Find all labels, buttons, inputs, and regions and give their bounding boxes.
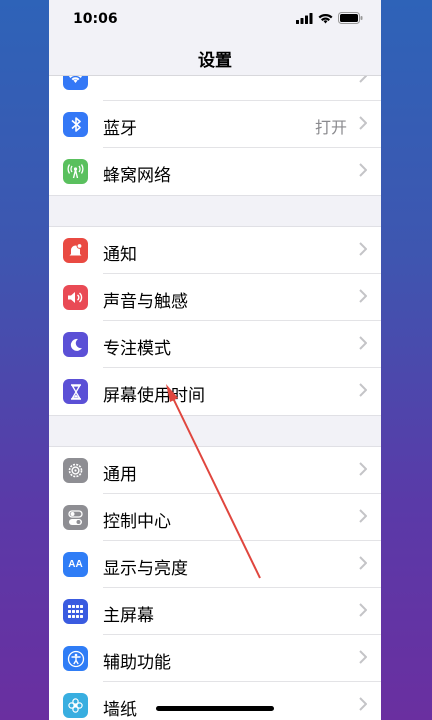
annotation-arrow <box>166 384 261 579</box>
